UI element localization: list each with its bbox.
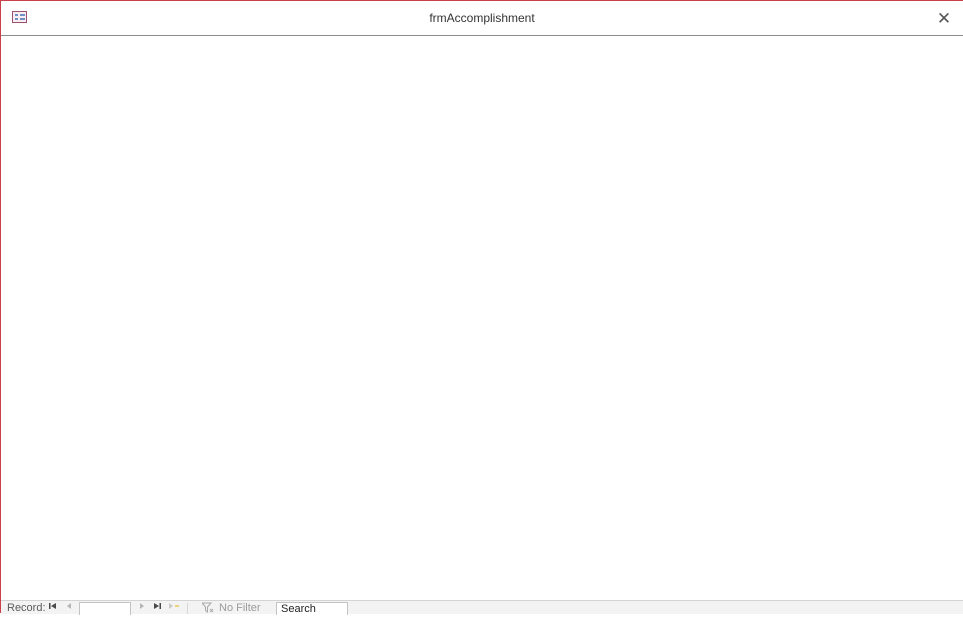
- form-body: [1, 36, 963, 600]
- previous-record-icon: [66, 603, 72, 612]
- record-navigation-bar: Record: No Filter Search: [1, 600, 963, 615]
- filter-icon: [200, 602, 214, 614]
- close-icon: ✕: [936, 9, 952, 28]
- window-title: frmAccomplishment: [429, 11, 535, 25]
- current-record-input[interactable]: [79, 602, 131, 615]
- search-input[interactable]: [276, 602, 348, 615]
- title-bar[interactable]: frmAccomplishment ✕: [1, 1, 963, 36]
- nav-divider: [187, 603, 188, 614]
- first-record-icon: [49, 603, 57, 612]
- last-record-icon: [153, 603, 161, 612]
- close-button[interactable]: ✕: [933, 8, 955, 30]
- form-window: frmAccomplishment ✕ Record: No Filter Se…: [0, 0, 963, 615]
- next-record-icon: [139, 603, 145, 612]
- new-record-icon: [168, 603, 180, 612]
